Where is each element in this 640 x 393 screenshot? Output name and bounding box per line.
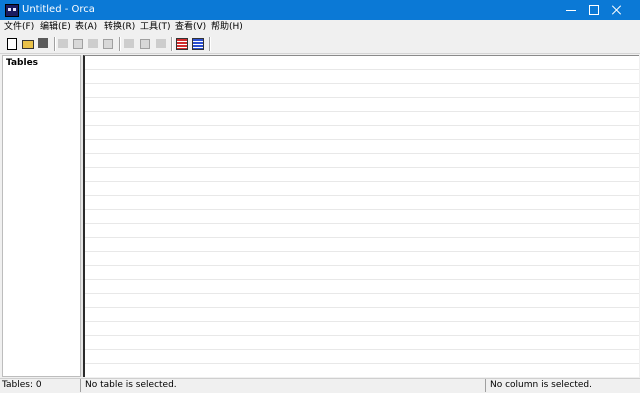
tables-pane[interactable]: Tables [2, 55, 81, 377]
save-button[interactable] [38, 38, 50, 49]
table-drop-icon [140, 39, 150, 49]
toolbar-separator [119, 37, 121, 51]
paste-icon [88, 39, 98, 48]
status-tables-count: Tables: 0 [0, 379, 81, 392]
add-table-button[interactable] [124, 38, 136, 49]
menu-tools[interactable]: 工具(T) [140, 22, 171, 33]
menu-view[interactable]: 查看(V) [175, 22, 206, 33]
open-icon [22, 40, 34, 49]
table-add-icon [124, 39, 134, 48]
toolbar-separator [54, 37, 56, 51]
new-icon [7, 38, 17, 50]
new-button[interactable] [6, 38, 18, 50]
copy-button[interactable] [73, 38, 85, 49]
tables-pane-header: Tables [6, 58, 39, 68]
title-bar[interactable]: Untitled - Orca [0, 0, 640, 20]
status-table-selection: No table is selected. [83, 379, 486, 392]
find-button[interactable] [103, 38, 115, 49]
table-data-pane[interactable] [83, 55, 639, 377]
menu-tables[interactable]: 表(A) [75, 22, 97, 33]
cut-icon [58, 39, 68, 48]
close-icon [612, 5, 622, 15]
validate-icon [176, 38, 188, 50]
menu-file[interactable]: 文件(F) [4, 22, 34, 33]
close-button[interactable] [594, 0, 640, 20]
menu-transform[interactable]: 转换(R) [104, 22, 135, 33]
menu-help[interactable]: 帮助(H) [211, 22, 243, 33]
menu-bar: 文件(F) 编辑(E) 表(A) 转换(R) 工具(T) 查看(V) 帮助(H) [0, 20, 640, 35]
open-button[interactable] [22, 38, 34, 49]
validate-button[interactable] [176, 38, 188, 50]
toolbar-separator [209, 37, 211, 51]
copy-icon [73, 39, 83, 49]
cut-button[interactable] [58, 38, 70, 49]
save-icon [38, 38, 48, 48]
merge-button[interactable] [192, 38, 204, 50]
toolbar [0, 35, 640, 54]
find-icon [103, 39, 113, 49]
paste-button[interactable] [88, 38, 100, 49]
window-title: Untitled - Orca [22, 4, 95, 15]
orca-app-icon[interactable] [5, 4, 19, 17]
toolbar-separator [171, 37, 173, 51]
table-props-button[interactable] [156, 38, 168, 49]
merge-icon [192, 38, 204, 50]
table-props-icon [156, 39, 166, 48]
status-bar: Tables: 0 No table is selected. No colum… [0, 378, 640, 393]
status-column-selection: No column is selected. [490, 380, 592, 390]
menu-edit[interactable]: 编辑(E) [40, 22, 71, 33]
drop-table-button[interactable] [140, 38, 152, 49]
